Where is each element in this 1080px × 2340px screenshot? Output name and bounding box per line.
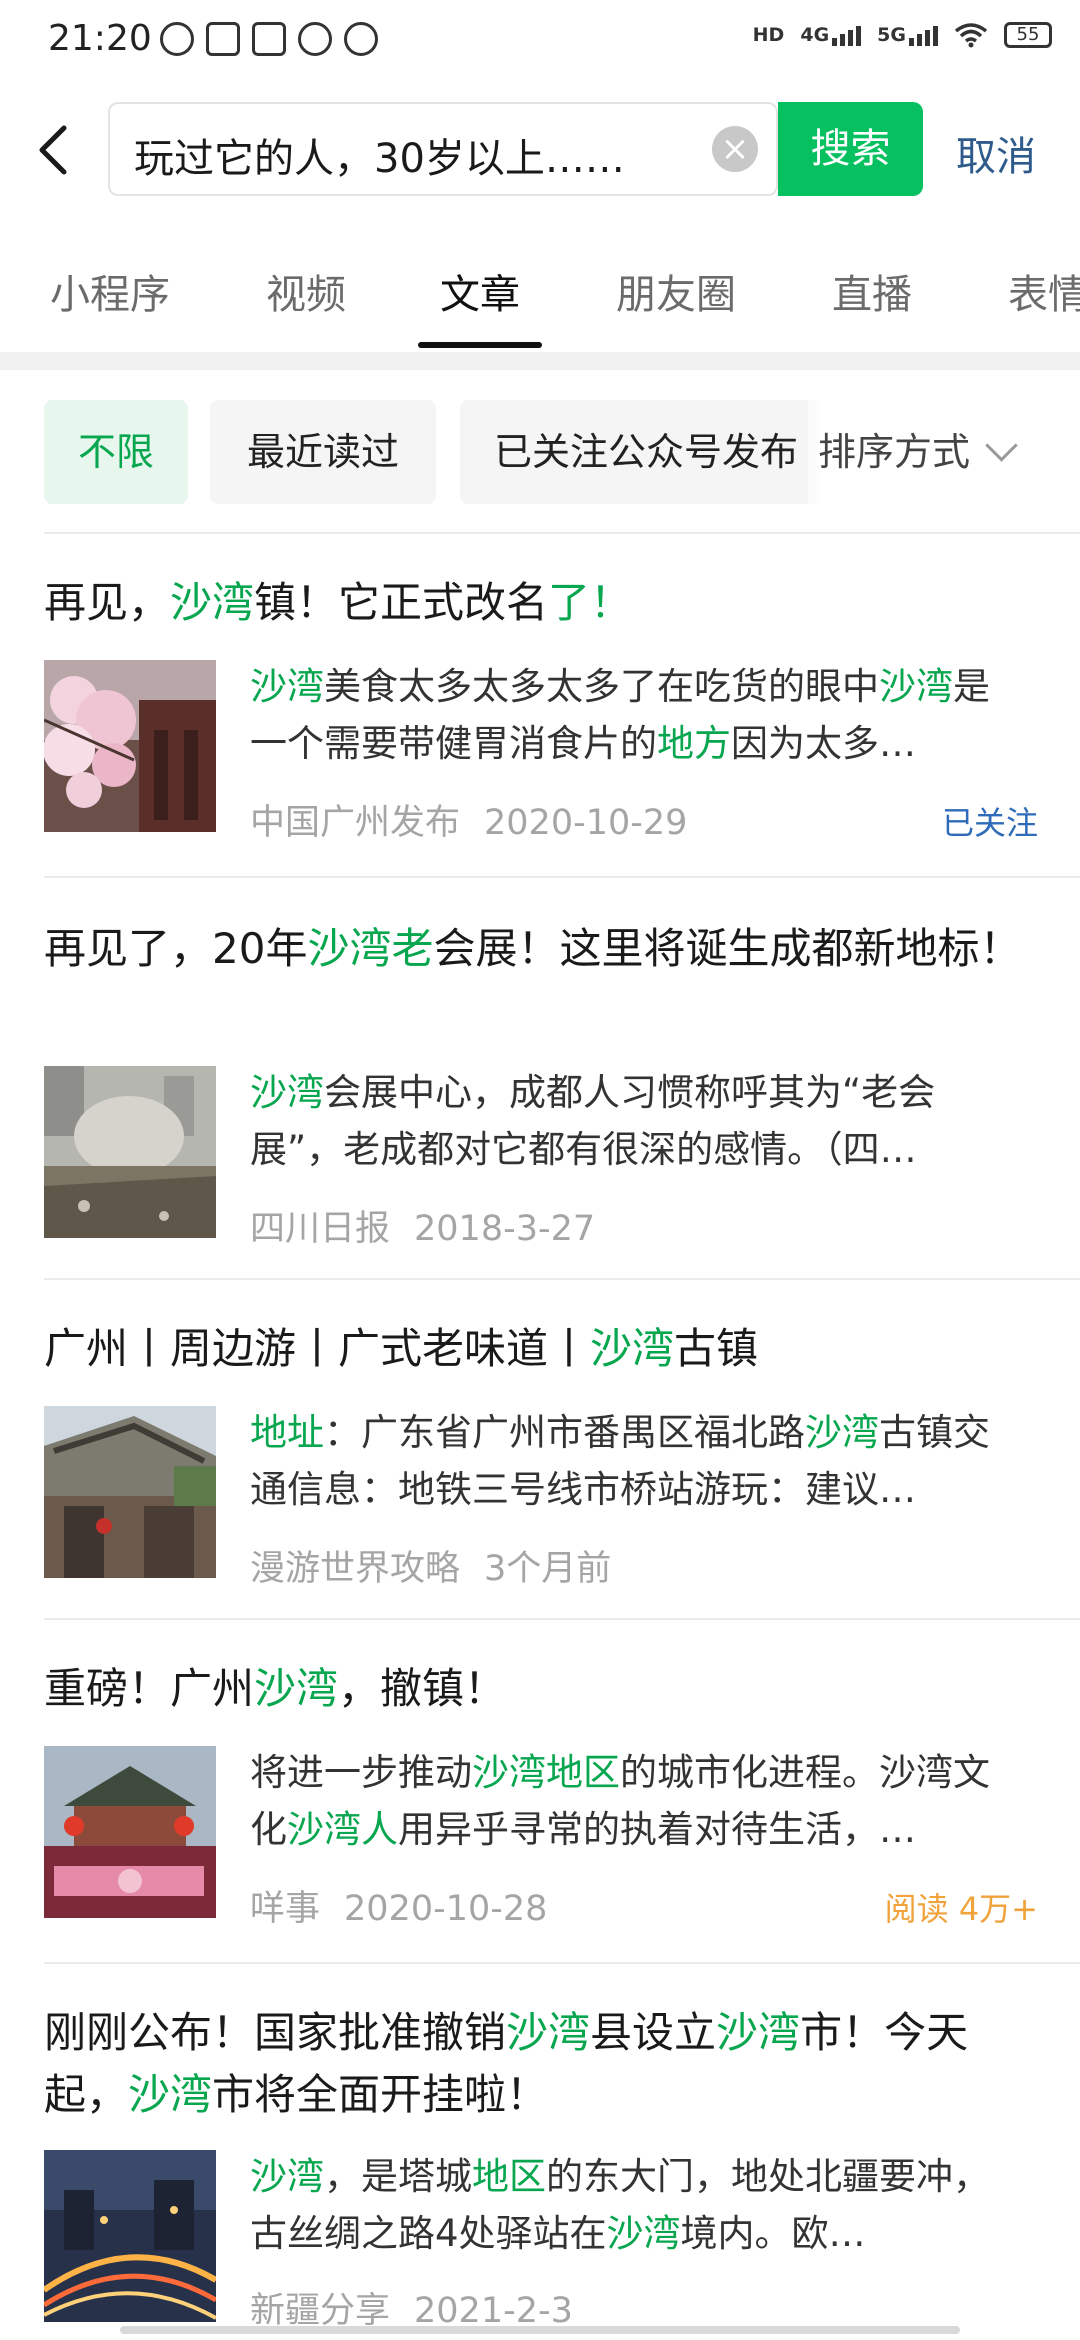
scroll-indicator <box>120 2326 960 2334</box>
article-title: 广州丨周边游丨广式老味道丨沙湾古镇 <box>44 1324 759 1373</box>
filter-followed-accounts[interactable]: 已关注公众号发布 <box>460 400 820 504</box>
tab-moments[interactable]: 朋友圈 <box>616 262 736 320</box>
article-meta: 四川日报 2018-3-27 <box>250 1200 595 1251</box>
article-meta: 漫游世界攻略 3个月前 <box>250 1540 611 1591</box>
article-item[interactable]: 再见了，20年沙湾老会展！这里将诞生成都新地标！ 沙湾会展中心，成都人习惯称呼其… <box>0 918 1080 1258</box>
search-query-text[interactable]: 玩过它的人，30岁以上…… <box>134 126 694 184</box>
article-date: 2021-2-3 <box>414 2291 573 2331</box>
active-tab-indicator <box>418 342 542 348</box>
app-notification-icon <box>298 22 332 56</box>
article-title: 再见，沙湾镇！它正式改名了！ <box>44 578 633 627</box>
battery-icon: 55 <box>1004 22 1052 48</box>
close-icon: × <box>720 129 750 169</box>
article-item[interactable]: 广州丨周边游丨广式老味道丨沙湾古镇 地址：广东省广州市番禺区福北路沙湾古镇交通信… <box>0 1318 1080 1618</box>
article-title: 重磅！广州沙湾，撤镇！ <box>44 1664 507 1713</box>
article-title: 再见了，20年沙湾老会展！这里将诞生成都新地标！ <box>44 924 1022 973</box>
divider <box>44 876 1080 878</box>
tab-mini-program[interactable]: 小程序 <box>50 262 170 320</box>
status-bar: 21:20 HD 4G 5G 55 <box>0 0 1080 82</box>
divider <box>44 532 1080 534</box>
article-item[interactable]: 再见，沙湾镇！它正式改名了！ 沙湾美食太多太多太多了在吃货的眼中沙湾是一个需要带… <box>0 572 1080 872</box>
article-summary: 将进一步推动沙湾地区的城市化进程。沙湾文化沙湾人用异乎寻常的执着对待生活，… <box>250 1751 990 1851</box>
read-count-badge: 阅读 4万+ <box>884 1890 1038 1928</box>
divider <box>44 1618 1080 1620</box>
article-source: 新疆分享 <box>250 2291 391 2331</box>
article-date: 3个月前 <box>484 1549 612 1589</box>
article-summary: 沙湾会展中心，成都人习惯称呼其为“老会展”，老成都对它都有很深的感情。（四… <box>250 1071 936 1171</box>
article-item[interactable]: 重磅！广州沙湾，撤镇！ 将进一步推动沙湾地区的城市化进程。沙湾文化沙湾人用异乎寻… <box>0 1658 1080 1958</box>
section-separator <box>0 352 1080 370</box>
article-date: 2020-10-29 <box>484 803 688 843</box>
notification-icons <box>160 22 378 56</box>
sort-dropdown[interactable]: 排序方式 <box>808 400 1080 504</box>
tab-video[interactable]: 视频 <box>266 262 346 320</box>
followed-badge: 已关注 <box>941 804 1038 842</box>
cancel-button[interactable]: 取消 <box>956 124 1036 182</box>
article-thumbnail <box>44 660 216 832</box>
article-source: 四川日报 <box>250 1209 391 1249</box>
chevron-down-icon <box>985 429 1018 462</box>
filter-any[interactable]: 不限 <box>44 400 188 504</box>
article-thumbnail <box>44 1066 216 1238</box>
article-source: 漫游世界攻略 <box>250 1549 461 1589</box>
category-tabs: 小程序 视频 文章 朋友圈 直播 表情 <box>0 240 1080 350</box>
tab-stickers[interactable]: 表情 <box>1008 262 1080 320</box>
divider <box>44 1278 1080 1280</box>
article-item[interactable]: 刚刚公布！国家批准撤销沙湾县设立沙湾市！今天起，沙湾市将全面开挂啦！ 沙湾，是塔… <box>0 2002 1080 2340</box>
article-thumbnail <box>44 1406 216 1578</box>
status-time: 21:20 <box>48 18 152 59</box>
app-notification-icon <box>252 22 286 56</box>
article-summary: 沙湾美食太多太多太多了在吃货的眼中沙湾是一个需要带健胃消食片的地方因为太多… <box>250 665 990 765</box>
signal-5g-icon: 5G <box>877 24 938 46</box>
search-bar: 玩过它的人，30岁以上…… × 搜索 取消 <box>0 100 1080 200</box>
tab-articles[interactable]: 文章 <box>440 262 520 320</box>
article-thumbnail <box>44 1746 216 1918</box>
hd-signal-icon: HD <box>752 24 785 46</box>
signal-4g-icon: 4G <box>800 24 862 46</box>
article-summary: 沙湾，是塔城地区的东大门，地处北疆要冲，古丝绸之路4处驿站在沙湾境内。欧… <box>250 2155 990 2255</box>
article-date: 2018-3-27 <box>414 1209 596 1249</box>
wifi-icon <box>954 23 988 48</box>
filter-bar: 不限 最近读过 已关注公众号发布 排序方式 <box>0 400 1080 506</box>
back-arrow-icon[interactable] <box>30 122 80 178</box>
article-title: 刚刚公布！国家批准撤销沙湾县设立沙湾市！今天起，沙湾市将全面开挂啦！ <box>44 2008 969 2119</box>
article-date: 2020-10-28 <box>344 1889 548 1929</box>
app-notification-icon <box>160 22 194 56</box>
article-thumbnail <box>44 2150 216 2322</box>
app-notification-icon <box>206 22 240 56</box>
article-summary: 地址：广东省广州市番禺区福北路沙湾古镇交通信息：地铁三号线市桥站游玩：建议… <box>250 1411 990 1511</box>
app-notification-icon <box>344 22 378 56</box>
article-source: 咩事 <box>250 1889 321 1929</box>
article-meta: 中国广州发布 2020-10-29 <box>250 794 687 845</box>
filter-recently-read[interactable]: 最近读过 <box>210 400 436 504</box>
search-button[interactable]: 搜索 <box>778 102 923 196</box>
article-meta: 咩事 2020-10-28 <box>250 1880 547 1931</box>
system-icons: HD 4G 5G 55 <box>753 22 1052 48</box>
tab-live[interactable]: 直播 <box>832 262 912 320</box>
search-input[interactable]: 玩过它的人，30岁以上…… × <box>108 102 778 196</box>
divider <box>44 1962 1080 1964</box>
article-source: 中国广州发布 <box>250 803 461 843</box>
clear-search-button[interactable]: × <box>712 126 758 172</box>
sort-label: 排序方式 <box>818 430 971 474</box>
